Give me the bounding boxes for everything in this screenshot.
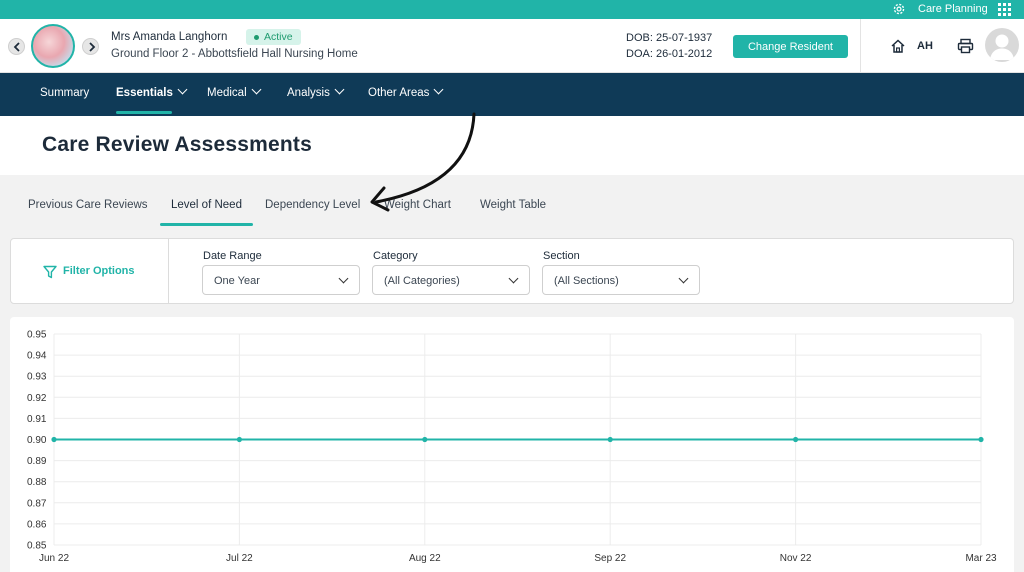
chevron-down-icon [433,84,444,95]
nav-other-areas[interactable]: Other Areas [368,84,444,99]
filter-panel: Filter Options Date Range One Year Categ… [10,238,1014,304]
category-label: Category [373,250,418,262]
status-badge: Active [246,29,301,45]
header-divider [860,19,861,73]
chevron-down-icon [508,273,519,284]
tab-previous-care-reviews[interactable]: Previous Care Reviews [28,199,148,211]
app-label[interactable]: Care Planning [918,2,988,16]
x-tick-label: Jun 22 [39,553,69,564]
resident-location: Ground Floor 2 - Abbottsfield Hall Nursi… [111,48,358,60]
tab-weight-chart[interactable]: Weight Chart [384,199,451,211]
category-value: (All Categories) [384,275,460,287]
section-label: Section [543,250,580,262]
data-point [978,436,984,443]
nav-summary[interactable]: Summary [40,87,89,99]
user-initials[interactable]: AH [917,40,933,52]
resident-avatar [31,24,75,68]
category-select[interactable]: (All Categories) [372,265,530,295]
chevron-right-icon [89,42,96,52]
nav-analysis[interactable]: Analysis [287,84,345,99]
section-select[interactable]: (All Sections) [542,265,700,295]
x-tick-label: Nov 22 [780,553,812,564]
tab-bar: Previous Care Reviews Level of Need Depe… [0,175,1024,229]
filter-options-button[interactable]: Filter Options [11,239,169,303]
data-point [236,436,242,443]
page-title: Care Review Assessments [42,133,312,156]
filter-icon [43,265,57,279]
main-navigation: Summary Essentials Medical Analysis Othe… [0,73,1024,116]
next-resident-button[interactable] [82,38,99,55]
x-tick-label: Jul 22 [226,553,253,564]
resident-header: Mrs Amanda Langhorn Active Ground Floor … [0,19,1024,73]
chart-svg: 0.95 0.94 0.93 0.92 0.91 0.90 0.89 0.88 0.87 0.86… [27,330,997,565]
nav-active-indicator [116,111,172,114]
y-tick-label: 0.88 [27,477,47,488]
y-tick-label: 0.91 [27,414,47,425]
date-range-select[interactable]: One Year [202,265,360,295]
date-of-birth: DOB: 25-07-1937 [626,32,713,44]
user-avatar-icon [990,34,1014,60]
top-bar: Care Planning [0,0,1024,19]
data-point [793,436,799,443]
y-tick-label: 0.85 [27,541,47,552]
level-of-need-chart: 0.95 0.94 0.93 0.92 0.91 0.90 0.89 0.88 0.87 0.86… [10,317,1014,572]
filter-options-label: Filter Options [63,265,135,277]
chevron-down-icon [678,273,689,284]
date-range-label: Date Range [203,250,262,262]
data-point [422,436,428,443]
tab-active-indicator [160,223,253,226]
home-icon[interactable] [890,38,906,54]
date-range-value: One Year [214,275,260,287]
printer-icon[interactable] [957,38,974,54]
grid-icon[interactable] [998,3,1011,16]
gear-icon[interactable] [892,2,906,16]
y-tick-label: 0.93 [27,372,47,383]
y-tick-label: 0.89 [27,456,47,467]
y-tick-label: 0.95 [27,330,47,341]
previous-resident-button[interactable] [8,38,25,55]
chevron-down-icon [251,84,262,95]
chevron-down-icon [338,273,349,284]
data-point [607,436,613,443]
x-tick-label: Mar 23 [965,553,997,564]
user-avatar[interactable] [985,28,1019,62]
date-of-admission: DOA: 26-01-2012 [626,48,713,60]
title-band: Care Review Assessments [0,116,1024,175]
nav-essentials[interactable]: Essentials [116,84,188,99]
tab-level-of-need[interactable]: Level of Need [171,199,242,211]
y-tick-label: 0.86 [27,519,47,530]
tab-weight-table[interactable]: Weight Table [480,199,546,211]
chevron-down-icon [334,84,345,95]
x-tick-label: Aug 22 [409,553,441,564]
chevron-down-icon [177,84,188,95]
y-tick-label: 0.94 [27,351,47,362]
chevron-left-icon [13,42,20,52]
resident-name: Mrs Amanda Langhorn [111,31,228,43]
y-tick-label: 0.90 [27,435,47,446]
y-tick-label: 0.87 [27,498,47,509]
x-tick-label: Sep 22 [594,553,626,564]
nav-medical[interactable]: Medical [207,84,262,99]
y-tick-label: 0.92 [27,393,47,404]
change-resident-button[interactable]: Change Resident [733,35,848,58]
tab-dependency-level[interactable]: Dependency Level [265,199,360,211]
section-value: (All Sections) [554,275,619,287]
data-point [51,436,57,443]
